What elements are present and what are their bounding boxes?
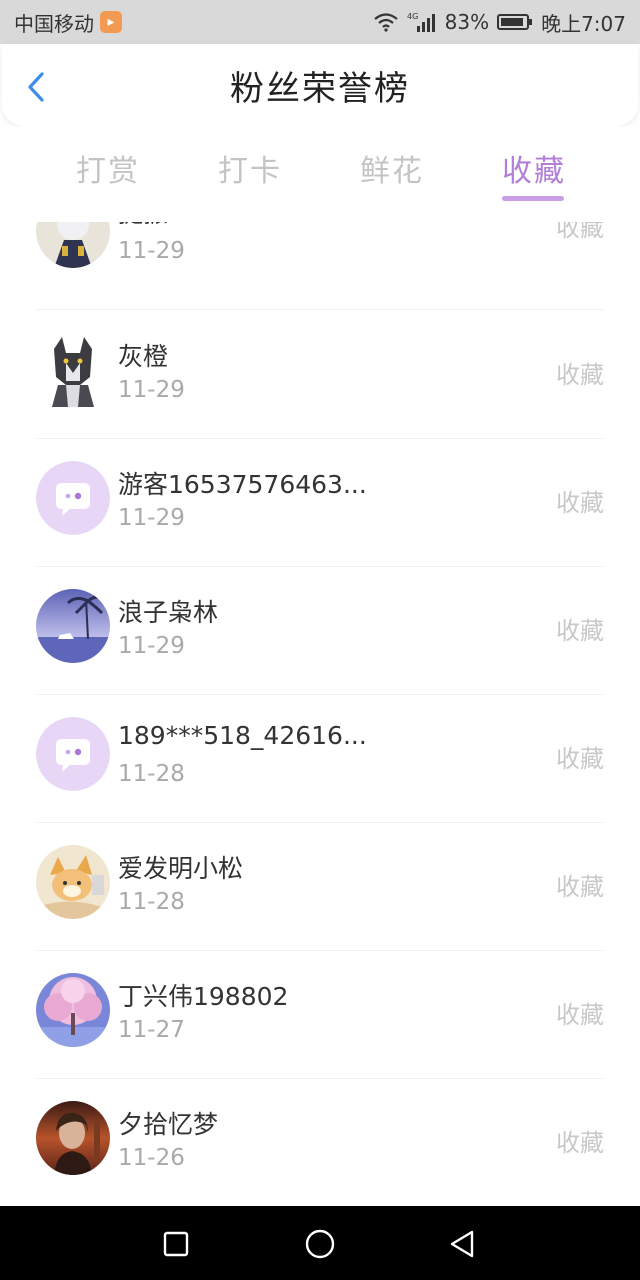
date: 11-29 bbox=[118, 377, 185, 403]
action-label: 收藏 bbox=[556, 222, 604, 242]
list-item[interactable]: 189***518_42616... 11-28 收藏 bbox=[0, 695, 640, 823]
avatar bbox=[36, 1101, 110, 1175]
carrier-badge-icon: ▸ bbox=[100, 11, 122, 33]
date: 11-27 bbox=[118, 1017, 185, 1043]
username: 浪子枭林 bbox=[118, 598, 219, 627]
back-button[interactable] bbox=[20, 70, 52, 104]
avatar bbox=[36, 973, 110, 1047]
date: 11-29 bbox=[118, 633, 185, 659]
tab-favorites[interactable]: 收藏 bbox=[502, 146, 566, 190]
avatar bbox=[36, 333, 110, 407]
username: 灰橙 bbox=[118, 342, 169, 371]
username: 游客16537576463... bbox=[118, 470, 367, 499]
avatar bbox=[36, 461, 110, 535]
clock: 晚上7:07 bbox=[541, 11, 626, 36]
app-screen: 中国移动 ▸ 4G 83% 晚上7:07 粉丝荣誉榜 打赏 打卡 鲜花 收藏 1… bbox=[0, 0, 640, 1280]
active-tab-indicator bbox=[502, 196, 564, 201]
system-nav-bar bbox=[0, 1206, 640, 1280]
avatar bbox=[36, 717, 110, 791]
status-bar: 中国移动 ▸ 4G 83% 晚上7:07 bbox=[0, 0, 640, 44]
username: 189***518_42616... bbox=[118, 721, 367, 750]
list-item[interactable]: 丁兴伟198802 11-27 收藏 bbox=[0, 951, 640, 1079]
avatar bbox=[36, 845, 110, 919]
chevron-left-icon bbox=[28, 72, 44, 102]
list-item[interactable]: 灰橙 11-29 收藏 bbox=[0, 311, 640, 439]
default-chat-avatar-icon bbox=[36, 461, 110, 535]
username: 爱发明小松 bbox=[118, 854, 244, 883]
action-label: 收藏 bbox=[556, 873, 604, 901]
list-item[interactable]: 夕拾忆梦 11-26 收藏 bbox=[0, 1079, 640, 1206]
username: 提振 bbox=[118, 222, 168, 230]
avatar bbox=[36, 589, 110, 663]
action-label: 收藏 bbox=[556, 361, 604, 389]
date: 11-29 bbox=[118, 505, 185, 531]
list-item[interactable]: 浪子枭林 11-29 收藏 bbox=[0, 567, 640, 695]
battery-percent: 83% bbox=[444, 10, 490, 34]
svg-text:4G: 4G bbox=[407, 12, 418, 21]
list-item[interactable]: 爱发明小松 11-28 收藏 bbox=[0, 823, 640, 951]
default-chat-avatar-icon bbox=[36, 717, 110, 791]
date: 11-29 bbox=[118, 238, 185, 264]
action-label: 收藏 bbox=[556, 489, 604, 517]
action-label: 收藏 bbox=[556, 1129, 604, 1157]
username: 丁兴伟198802 bbox=[118, 982, 289, 1011]
avatar bbox=[36, 222, 110, 268]
battery-icon bbox=[497, 13, 533, 31]
header: 粉丝荣誉榜 bbox=[2, 44, 638, 126]
tab-checkin[interactable]: 打卡 bbox=[218, 146, 282, 190]
date: 11-28 bbox=[118, 761, 185, 787]
tab-flowers[interactable]: 鲜花 bbox=[360, 146, 424, 190]
username: 夕拾忆梦 bbox=[118, 1110, 219, 1139]
signal-icon: 4G bbox=[407, 11, 437, 33]
fan-list: 提振 11-29 收藏 灰橙 11-29 收藏 bbox=[0, 222, 640, 1206]
date: 11-26 bbox=[118, 1145, 185, 1171]
list-item[interactable]: 提振 11-29 收藏 bbox=[0, 222, 640, 310]
recent-apps-icon[interactable] bbox=[160, 1228, 192, 1260]
carrier-label: 中国移动 bbox=[14, 11, 94, 36]
list-item[interactable]: 游客16537576463... 11-29 收藏 bbox=[0, 439, 640, 567]
action-label: 收藏 bbox=[556, 1001, 604, 1029]
date: 11-28 bbox=[118, 889, 185, 915]
page-title: 粉丝荣誉榜 bbox=[230, 68, 410, 109]
action-label: 收藏 bbox=[556, 617, 604, 645]
back-icon[interactable] bbox=[446, 1228, 478, 1260]
wifi-icon bbox=[373, 12, 399, 32]
action-label: 收藏 bbox=[556, 745, 604, 773]
tab-bar: 打赏 打卡 鲜花 收藏 bbox=[0, 126, 640, 218]
tab-reward[interactable]: 打赏 bbox=[76, 146, 140, 190]
home-icon[interactable] bbox=[304, 1228, 336, 1260]
